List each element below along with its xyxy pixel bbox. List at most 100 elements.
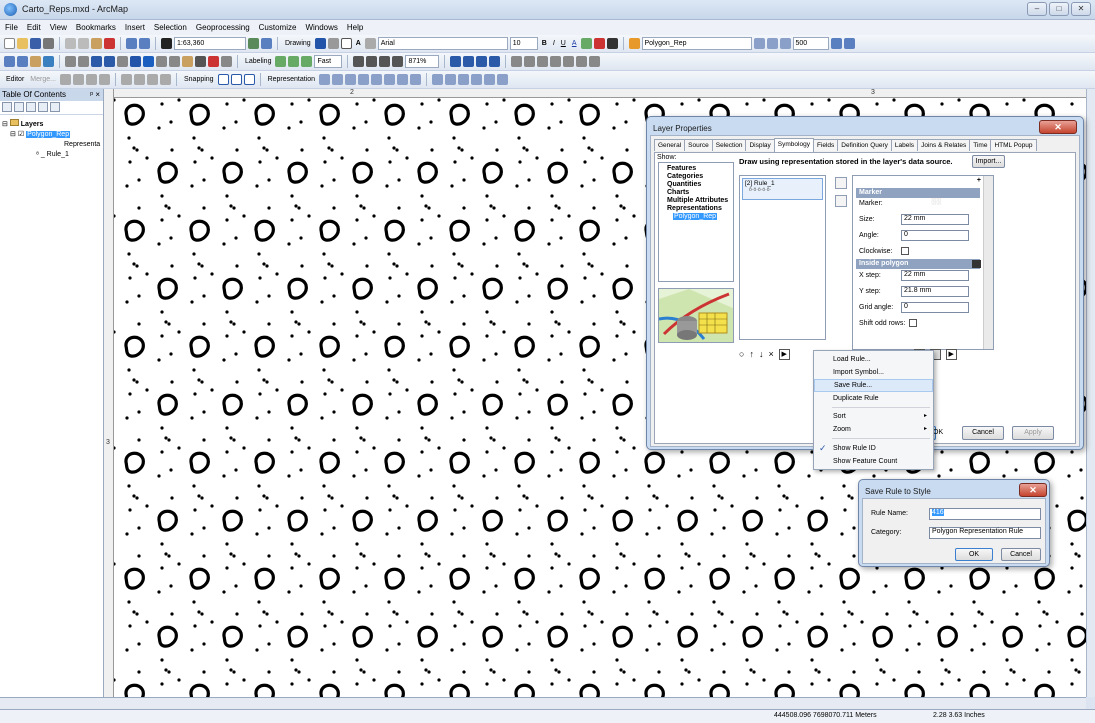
tab-display[interactable]: Display — [745, 139, 775, 151]
rep-overrides-icon[interactable] — [445, 74, 457, 85]
show-representations[interactable]: Representations — [661, 205, 731, 213]
rep-rotate-icon[interactable] — [371, 74, 383, 85]
font-size-combo[interactable]: 10 — [509, 37, 538, 50]
tab-source[interactable]: Source — [684, 139, 713, 151]
label-priority-icon[interactable] — [288, 56, 300, 67]
list-by-source-icon[interactable] — [14, 102, 24, 112]
rep-erase-icon[interactable] — [397, 74, 409, 85]
menu-load-rule[interactable]: Load Rule... — [814, 353, 933, 366]
fast-combo[interactable]: Fast — [314, 55, 343, 68]
nudge-icon[interactable] — [576, 56, 588, 67]
refresh-icon[interactable] — [830, 38, 842, 49]
tab-symbology[interactable]: Symbology — [773, 138, 814, 152]
cancel-button[interactable]: Cancel — [962, 426, 1004, 440]
ungroup-icon[interactable] — [550, 56, 562, 67]
zoom-whole-page-icon[interactable] — [392, 56, 404, 67]
menu-zoom[interactable]: Zoom ▸ — [814, 423, 933, 436]
rep-marker-icon[interactable] — [410, 74, 422, 85]
pan-icon[interactable] — [30, 56, 41, 67]
close-button[interactable]: ✕ — [1071, 2, 1091, 16]
rectangle-icon[interactable] — [340, 38, 352, 49]
filter-icon[interactable] — [753, 38, 765, 49]
editor-menu[interactable]: Editor — [4, 76, 26, 83]
settings-icon[interactable] — [843, 38, 855, 49]
list-by-visibility-icon[interactable] — [26, 102, 36, 112]
marker-color-icon[interactable] — [606, 38, 618, 49]
rep-resize-icon[interactable] — [384, 74, 396, 85]
tab-labels[interactable]: Labels — [890, 139, 919, 151]
rep-warp-icon[interactable] — [471, 74, 483, 85]
toc-pin-close[interactable]: ᵖ × — [88, 89, 100, 101]
end-snap-icon[interactable] — [230, 74, 242, 85]
zoom-in-icon[interactable] — [4, 56, 15, 67]
back-icon[interactable] — [91, 56, 102, 67]
layers-root[interactable]: Layers — [21, 121, 44, 128]
move-up-icon[interactable]: ↑ — [749, 349, 754, 359]
show-charts[interactable]: Charts — [661, 189, 731, 197]
import-button[interactable]: Import... — [972, 155, 1005, 168]
redo-icon[interactable] — [139, 38, 150, 49]
menu-customize[interactable]: Customize — [259, 23, 297, 32]
layout-zoom-out-icon[interactable] — [366, 56, 378, 67]
sketch-props-icon[interactable] — [159, 74, 171, 85]
distribute-icon[interactable] — [524, 56, 536, 67]
new-icon[interactable] — [4, 38, 15, 49]
minimize-button[interactable]: – — [1027, 2, 1047, 16]
clockwise-checkbox[interactable] — [901, 247, 909, 255]
rule-menu-arrow-icon[interactable]: ▶ — [778, 348, 790, 360]
zoom-out-icon[interactable] — [17, 56, 28, 67]
angle-field[interactable]: 0 — [901, 230, 969, 241]
rep-lasso-icon[interactable] — [345, 74, 357, 85]
tab-time[interactable]: Time — [969, 139, 992, 151]
snapping-menu[interactable]: Snapping — [182, 76, 216, 83]
select-features-icon[interactable] — [117, 56, 128, 67]
font-combo[interactable]: Arial — [377, 37, 508, 50]
menu-show-feature-count[interactable]: Show Feature Count — [814, 455, 933, 468]
save-icon[interactable] — [30, 38, 41, 49]
trace-icon[interactable] — [98, 74, 110, 85]
layer-expand-icon[interactable]: ⊟ — [10, 131, 16, 138]
tab-fields[interactable]: Fields — [812, 139, 839, 151]
delete-icon[interactable] — [104, 38, 115, 49]
vertex-snap-icon[interactable] — [243, 74, 255, 85]
menu-duplicate-rule[interactable]: Duplicate Rule — [814, 392, 933, 405]
goto-xy-icon[interactable] — [221, 56, 232, 67]
rotate-edit-icon[interactable] — [133, 74, 145, 85]
list-by-drawing-order-icon[interactable] — [2, 102, 12, 112]
label-weight-icon[interactable] — [301, 56, 313, 67]
properties-scrollbar[interactable] — [983, 176, 993, 349]
toc-options-icon[interactable] — [50, 102, 60, 112]
print-icon[interactable] — [43, 38, 54, 49]
move-down-icon[interactable]: ↓ — [759, 349, 764, 359]
menu-import-symbol[interactable]: Import Symbol... — [814, 366, 933, 379]
rule-name-input[interactable]: 416 — [929, 508, 1041, 520]
order-icon[interactable] — [563, 56, 575, 67]
menu-edit[interactable]: Edit — [27, 23, 41, 32]
line-color-icon[interactable] — [593, 38, 605, 49]
circle-option-icon[interactable]: ○ — [739, 349, 744, 359]
grid-angle-field[interactable]: 0 — [901, 302, 969, 313]
route-icon[interactable] — [208, 56, 219, 67]
html-popup-icon[interactable] — [169, 56, 180, 67]
rotate-icon[interactable] — [327, 38, 339, 49]
forward-icon[interactable] — [104, 56, 115, 67]
layer-menu-arrow-icon[interactable]: ▶ — [945, 348, 957, 360]
layer-properties-close-button[interactable]: ✕ — [1039, 120, 1077, 134]
text-tool[interactable]: A — [354, 40, 363, 47]
list-by-selection-icon[interactable] — [38, 102, 48, 112]
map-hscroll[interactable] — [104, 697, 1086, 709]
fixed-zoom-out-icon[interactable] — [78, 56, 89, 67]
tab-selection[interactable]: Selection — [711, 139, 747, 151]
menu-bookmarks[interactable]: Bookmarks — [76, 23, 116, 32]
show-features[interactable]: Features — [661, 165, 731, 173]
copy-icon[interactable] — [78, 38, 89, 49]
menu-file[interactable]: File — [5, 23, 18, 32]
fill-color-icon[interactable] — [580, 38, 592, 49]
merge-menu[interactable]: Merge... — [28, 76, 58, 83]
measure-icon[interactable] — [182, 56, 193, 67]
count-combo[interactable]: 500 — [792, 37, 829, 50]
save-rule-close-button[interactable]: ✕ — [1019, 483, 1047, 497]
xstep-field[interactable]: 22 mm — [901, 270, 969, 281]
find-icon[interactable] — [195, 56, 206, 67]
full-extent-icon[interactable] — [43, 56, 54, 67]
